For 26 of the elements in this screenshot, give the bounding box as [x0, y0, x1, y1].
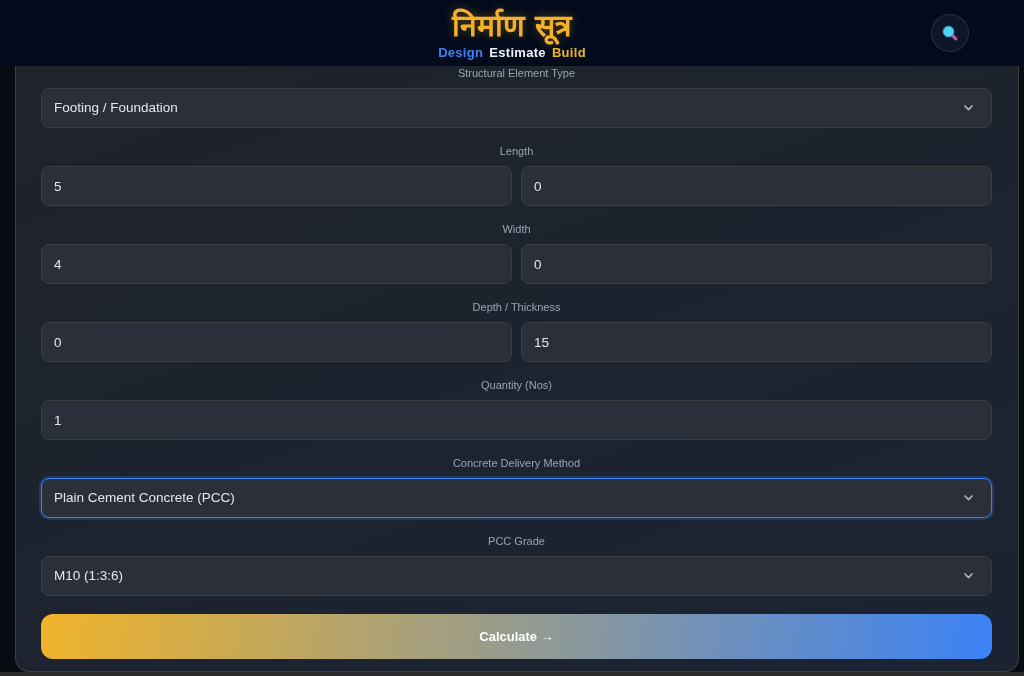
- tagline-word: Estimate: [489, 45, 546, 61]
- search-button[interactable]: [931, 14, 969, 52]
- select-field[interactable]: Footing / Foundation: [41, 88, 992, 128]
- field-label: Structural Element Type: [456, 66, 577, 80]
- select-field[interactable]: Plain Cement Concrete (PCC): [41, 478, 992, 518]
- field-label: Length: [498, 144, 535, 158]
- select-field[interactable]: M10 (1:3:6): [41, 556, 992, 596]
- input-field[interactable]: 0: [521, 244, 992, 284]
- input-field[interactable]: 0: [521, 166, 992, 206]
- input-field[interactable]: 4: [41, 244, 512, 284]
- input-field[interactable]: 5: [41, 166, 512, 206]
- tagline-word: Build: [551, 45, 586, 61]
- field-label: PCC Grade: [487, 534, 546, 548]
- chevron-down-icon: [964, 573, 973, 579]
- input-field[interactable]: 15: [521, 322, 992, 362]
- field-label: Width: [501, 222, 532, 236]
- search-icon: [942, 25, 958, 41]
- input-field[interactable]: 1: [41, 400, 992, 440]
- chevron-down-icon: [964, 495, 973, 501]
- app-title: निर्माण सूत्र: [451, 7, 573, 45]
- chevron-down-icon: [964, 105, 973, 111]
- input-field[interactable]: 0: [41, 322, 512, 362]
- field-label: Quantity (Nos): [480, 378, 553, 392]
- field-label: Concrete Delivery Method: [451, 456, 582, 470]
- tagline-word: Design: [438, 45, 484, 61]
- field-label: Depth / Thickness: [471, 300, 562, 314]
